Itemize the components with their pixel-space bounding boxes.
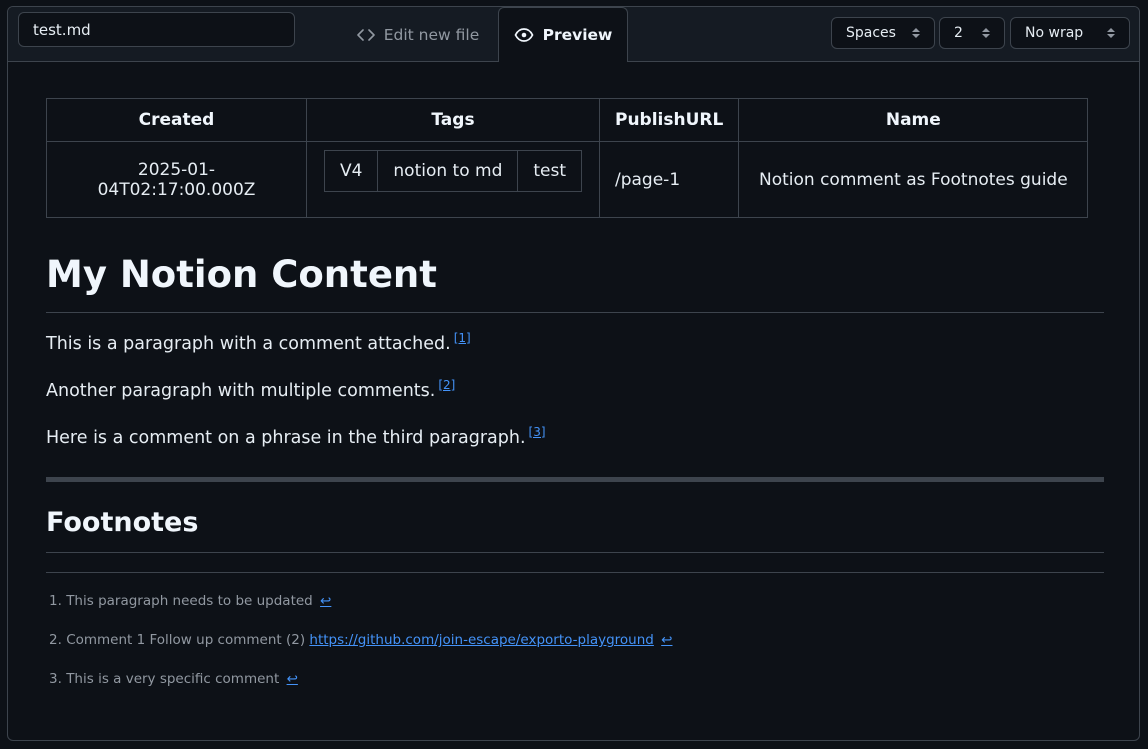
column-header-publishurl: PublishURL — [598, 98, 740, 142]
footnote-text: Comment 1 Follow up comment (2) — [66, 632, 306, 648]
filename-input[interactable] — [18, 12, 295, 47]
tags-table: V4 notion to md test — [323, 149, 583, 192]
paragraph-text: Here is a comment on a phrase in the thi… — [46, 427, 526, 448]
footnote-text: This is a very specific comment — [66, 671, 280, 687]
footnote-number: 2. — [49, 632, 62, 648]
footnote-number: 1. — [49, 593, 62, 609]
table-header-row: Created Tags PublishURL Name — [46, 98, 1089, 142]
tag: test — [517, 149, 583, 192]
footnote-ref-link[interactable]: [3] — [529, 425, 546, 439]
editor-header: Edit new file Preview Spaces 2 No wrap — [8, 7, 1139, 62]
wrap-mode-value: No wrap — [1025, 25, 1084, 41]
paragraph-text: This is a paragraph with a comment attac… — [46, 333, 451, 354]
paragraph: Another paragraph with multiple comments… — [46, 378, 455, 401]
footnote-item: 1. This paragraph needs to be updated ↩ — [49, 593, 331, 609]
paragraph: Here is a comment on a phrase in the thi… — [46, 425, 546, 448]
tag: V4 — [323, 149, 379, 192]
code-icon — [356, 28, 375, 42]
footnote-backref-link[interactable]: ↩ — [287, 671, 298, 687]
column-header-tags: Tags — [306, 98, 600, 142]
indent-mode-select[interactable]: Spaces — [831, 17, 935, 49]
column-header-created: Created — [46, 98, 307, 142]
footnote-text: This paragraph needs to be updated — [66, 593, 313, 609]
tab-preview[interactable]: Preview — [498, 7, 628, 62]
column-header-name: Name — [738, 98, 1089, 142]
file-editor-panel: Edit new file Preview Spaces 2 No wrap C… — [7, 6, 1140, 741]
paragraph-text: Another paragraph with multiple comments… — [46, 380, 436, 401]
select-arrows-icon — [982, 28, 990, 38]
footnote-backref-link[interactable]: ↩ — [661, 632, 672, 648]
footnote-ref-link[interactable]: [2] — [438, 378, 455, 392]
cell-tags: V4 notion to md test — [306, 141, 600, 218]
select-arrows-icon — [1107, 28, 1115, 38]
footnote-number: 3. — [49, 671, 62, 687]
footnotes-heading: Footnotes — [46, 503, 1104, 553]
footnote-item: 3. This is a very specific comment ↩ — [49, 671, 298, 687]
tag: notion to md — [377, 149, 519, 192]
preview-content: Created Tags PublishURL Name 2025-01-04T… — [46, 98, 1104, 687]
footnotes-separator — [46, 572, 1104, 573]
page-title: My Notion Content — [46, 248, 1104, 313]
tab-edit-new-file[interactable]: Edit new file — [338, 7, 498, 62]
cell-publishurl: /page-1 — [598, 141, 740, 218]
tab-label: Edit new file — [383, 25, 480, 44]
select-arrows-icon — [912, 28, 920, 38]
indent-size-value: 2 — [954, 25, 963, 41]
wrap-mode-select[interactable]: No wrap — [1010, 17, 1130, 49]
properties-table: Created Tags PublishURL Name 2025-01-04T… — [46, 98, 1089, 218]
paragraph: This is a paragraph with a comment attac… — [46, 331, 471, 354]
footnote-item: 2. Comment 1 Follow up comment (2) https… — [49, 632, 672, 648]
footnote-backref-link[interactable]: ↩ — [320, 593, 331, 609]
table-row: 2025-01-04T02:17:00.000Z V4 notion to md… — [46, 141, 1089, 218]
indent-mode-value: Spaces — [846, 25, 896, 41]
indent-size-select[interactable]: 2 — [939, 17, 1005, 49]
horizontal-rule — [46, 477, 1104, 482]
tab-label: Preview — [542, 26, 613, 44]
footnote-ref-link[interactable]: [1] — [454, 331, 471, 345]
cell-name: Notion comment as Footnotes guide — [738, 141, 1089, 218]
cell-created: 2025-01-04T02:17:00.000Z — [46, 141, 307, 218]
footnote-url-link[interactable]: https://github.com/join-escape/exporto-p… — [309, 632, 653, 648]
eye-icon — [514, 28, 534, 42]
